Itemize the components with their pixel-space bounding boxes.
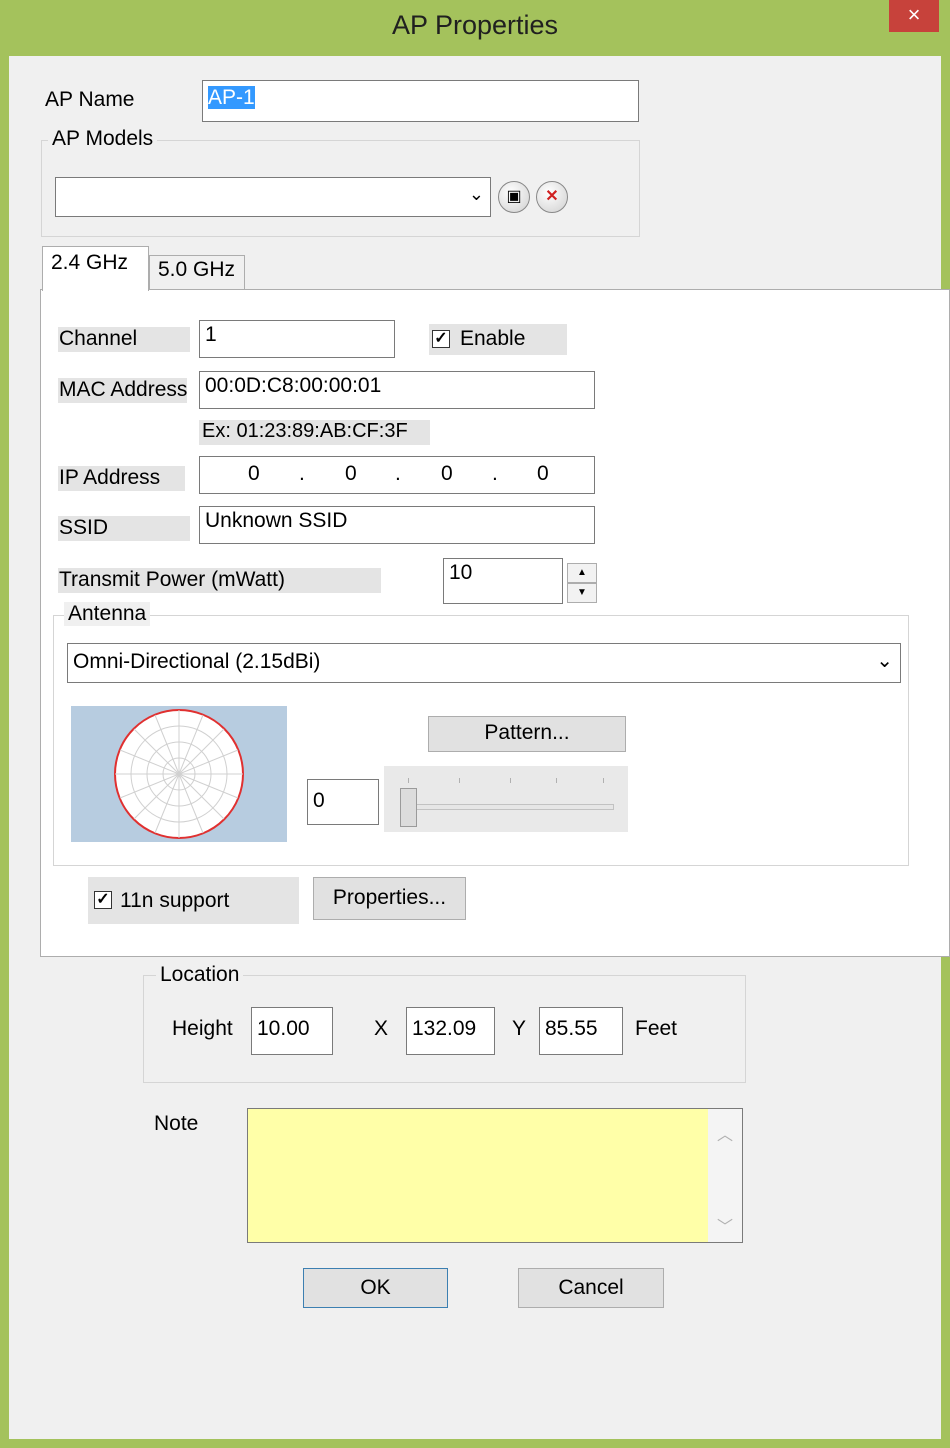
ap-properties-window: AP Properties × AP Name AP-1 AP Models ⌄…: [0, 0, 950, 1448]
dialog-body: AP Name AP-1 AP Models ⌄ ▣ ✕ 2.4 GHz 5.0…: [9, 56, 950, 1439]
transmit-power-label: Transmit Power (mWatt): [58, 568, 381, 593]
scroll-up-icon[interactable]: ︿: [717, 1121, 733, 1145]
slider-thumb[interactable]: [400, 788, 417, 827]
n-support-checkbox[interactable]: ✓: [94, 891, 112, 909]
ssid-label: SSID: [58, 516, 190, 541]
ap-models-group-label: AP Models: [48, 127, 158, 151]
slider-tick: [408, 778, 409, 783]
ip-dot: .: [299, 462, 305, 485]
n-support-label: 11n support: [120, 889, 230, 912]
title-bar[interactable]: AP Properties ×: [0, 0, 950, 56]
ip-octet-1[interactable]: 0: [248, 462, 260, 486]
slider-tick: [510, 778, 511, 783]
slider-tick: [459, 778, 460, 783]
ssid-input[interactable]: Unknown SSID: [199, 506, 595, 544]
height-input[interactable]: 10.00: [251, 1007, 333, 1055]
ap-models-dropdown[interactable]: ⌄: [55, 177, 491, 217]
caret-down-icon: ▼: [577, 587, 587, 598]
antenna-angle-slider[interactable]: [384, 766, 628, 832]
ip-dot: .: [395, 462, 401, 485]
n-properties-button[interactable]: Properties...: [313, 877, 466, 920]
tab-2-4-ghz[interactable]: 2.4 GHz: [42, 246, 149, 291]
note-textarea[interactable]: ︿ ﹀: [247, 1108, 743, 1243]
pattern-button[interactable]: Pattern...: [428, 716, 626, 752]
save-disk-icon: ▣: [506, 188, 522, 205]
ip-octet-3[interactable]: 0: [441, 462, 453, 486]
caret-up-icon: ▲: [577, 567, 587, 578]
antenna-pattern-plot: [114, 709, 244, 839]
x-input[interactable]: 132.09: [406, 1007, 495, 1055]
x-label: X: [374, 1017, 389, 1040]
ip-address-input[interactable]: 0 . 0 . 0 . 0: [199, 456, 595, 494]
power-spin-down-button[interactable]: ▼: [567, 583, 597, 603]
n-support-checkbox-area[interactable]: ✓ 11n support: [88, 877, 299, 924]
mac-example-text: Ex: 01:23:89:AB:CF:3F: [199, 420, 430, 445]
slider-tick: [556, 778, 557, 783]
delete-model-button[interactable]: ✕: [536, 181, 568, 213]
antenna-selected: Omni-Directional (2.15dBi): [73, 650, 321, 673]
location-group-label: Location: [156, 963, 244, 987]
ap-name-label: AP Name: [45, 88, 135, 111]
unit-label: Feet: [635, 1017, 678, 1040]
antenna-group-label: Antenna: [64, 602, 151, 626]
cancel-button[interactable]: Cancel: [518, 1268, 664, 1308]
ap-name-input[interactable]: AP-1: [202, 80, 639, 122]
ap-models-group: AP Models ⌄ ▣ ✕: [41, 127, 640, 237]
slider-track: [409, 804, 614, 810]
enable-checkbox-area[interactable]: ✓ Enable: [429, 324, 567, 355]
scroll-down-icon[interactable]: ﹀: [717, 1213, 733, 1237]
tab-5-0-ghz[interactable]: 5.0 GHz: [149, 255, 245, 290]
y-input[interactable]: 85.55: [539, 1007, 623, 1055]
channel-label: Channel: [58, 327, 190, 352]
antenna-pattern-image: [71, 706, 287, 842]
save-model-button[interactable]: ▣: [498, 181, 530, 213]
antenna-angle-input[interactable]: 0: [307, 779, 379, 825]
mac-address-input[interactable]: 00:0D:C8:00:00:01: [199, 371, 595, 409]
ip-address-label: IP Address: [58, 466, 185, 491]
mac-address-label: MAC Address: [58, 378, 188, 403]
note-label: Note: [154, 1112, 199, 1135]
enable-checkbox[interactable]: ✓: [432, 330, 450, 348]
ip-octet-4[interactable]: 0: [537, 462, 549, 486]
height-label: Height: [172, 1017, 233, 1040]
channel-input[interactable]: 1: [199, 320, 395, 358]
chevron-down-icon: ⌄: [468, 184, 484, 204]
delete-x-icon: ✕: [545, 188, 559, 205]
antenna-group: Antenna Omni-Directional (2.15dBi) ⌄ Pat…: [53, 602, 909, 866]
note-scrollbar[interactable]: ︿ ﹀: [708, 1109, 742, 1242]
y-label: Y: [512, 1017, 527, 1040]
ip-octet-2[interactable]: 0: [345, 462, 357, 486]
transmit-power-input[interactable]: 10: [443, 558, 563, 604]
location-group: Location Height 10.00 X 132.09 Y 85.55 F…: [143, 963, 746, 1083]
chevron-down-icon: ⌄: [876, 650, 893, 672]
tab-panel: Channel 1 ✓ Enable MAC Address 00:0D:C8:…: [40, 289, 950, 957]
antenna-dropdown[interactable]: Omni-Directional (2.15dBi) ⌄: [67, 643, 901, 683]
enable-label: Enable: [460, 327, 526, 350]
ap-name-selected-text: AP-1: [208, 86, 255, 109]
window-title: AP Properties: [391, 10, 559, 40]
ok-button[interactable]: OK: [303, 1268, 448, 1308]
close-button[interactable]: ×: [889, 0, 939, 32]
power-spin-up-button[interactable]: ▲: [567, 563, 597, 583]
slider-tick: [603, 778, 604, 783]
ip-dot: .: [492, 462, 498, 485]
